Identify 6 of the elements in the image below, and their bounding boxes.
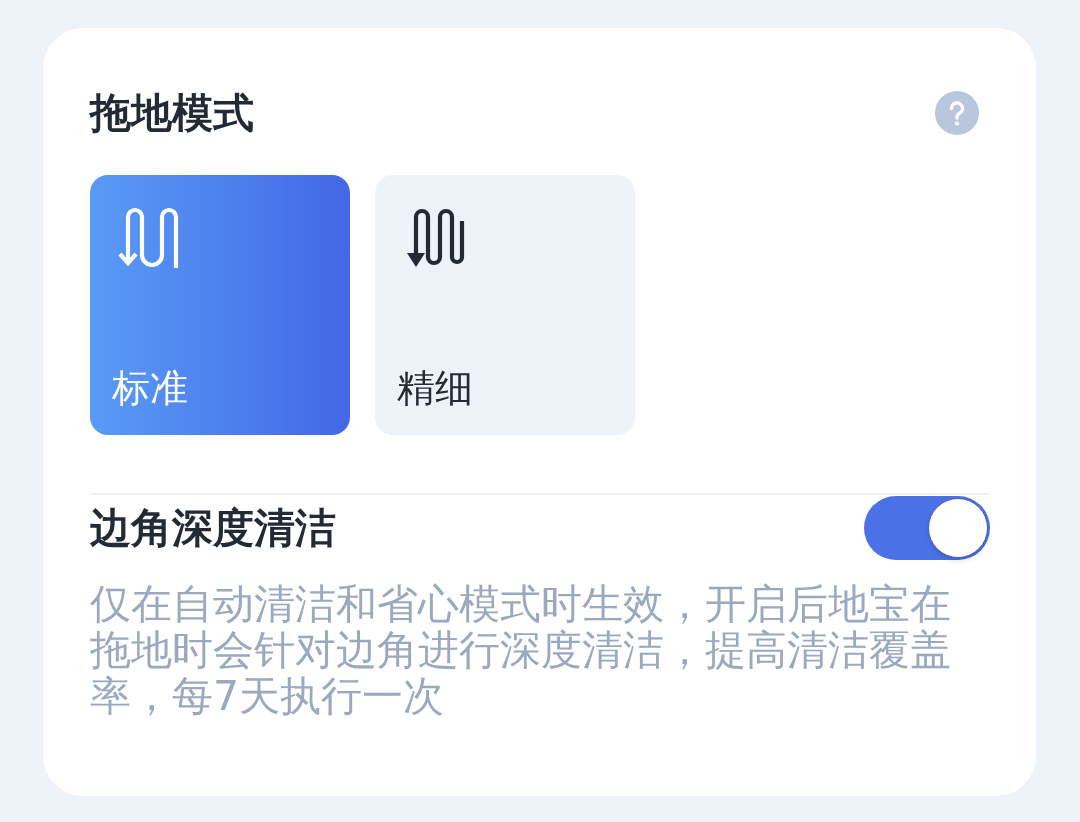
mode-tile[interactable]: 精细 <box>375 175 635 435</box>
setting-label: 边角深度清洁 <box>90 503 336 553</box>
serpentine-arrow-icon <box>116 205 180 269</box>
toggle-switch[interactable] <box>864 496 990 560</box>
section-title: 拖地模式 <box>90 88 254 138</box>
setting-description: 仅在自动清洁和省心模式时生效，开启后地宝在拖地时会针对边角进行深度清洁，提高清洁覆盖率，每7天执行一次 <box>90 581 952 719</box>
